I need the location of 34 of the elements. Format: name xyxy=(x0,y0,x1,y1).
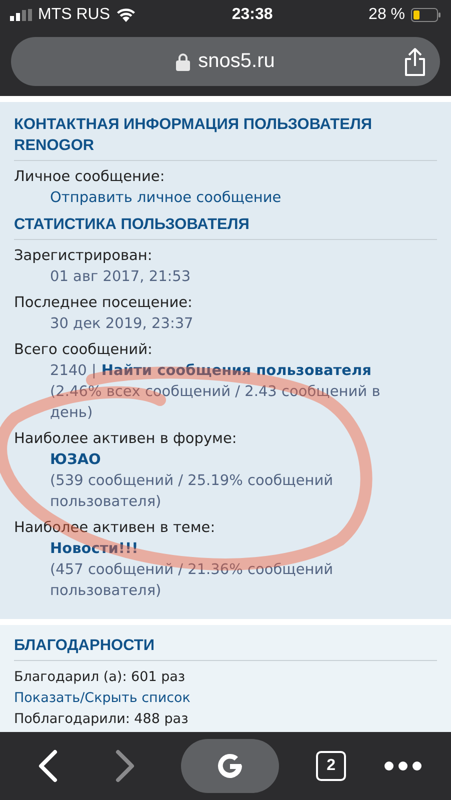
battery-percent: 28 % xyxy=(368,6,406,24)
field-label: Последнее посещение: xyxy=(14,294,194,313)
section-title: БЛАГОДАРНОСТИ xyxy=(14,635,437,661)
field-label: Наиболее активен в форуме: xyxy=(14,430,238,449)
section-title: СТАТИСТИКА ПОЛЬЗОВАТЕЛЯ xyxy=(14,214,437,240)
toggle-list-link[interactable]: Показать/Скрыть список xyxy=(14,688,437,709)
field-value: 2140 | xyxy=(50,363,96,379)
field-value: 01 авг 2017, 21:53 xyxy=(50,269,191,285)
forum-link[interactable]: ЮЗАО xyxy=(50,452,101,468)
field-value: 30 дек 2019, 23:37 xyxy=(50,316,194,332)
section-title: КОНТАКТНАЯ ИНФОРМАЦИЯ ПОЛЬЗОВАТЕЛЯ RENOGOR xyxy=(14,114,437,161)
signal-icon xyxy=(10,9,32,21)
share-button[interactable] xyxy=(402,47,428,77)
clock-time: 23:38 xyxy=(232,6,273,24)
chevron-left-icon xyxy=(37,749,60,783)
thanks-count: Поблагодарили: 488 раз xyxy=(14,710,190,729)
field-label: Наиболее активен в теме: xyxy=(14,519,216,538)
wifi-icon xyxy=(116,8,136,22)
more-icon xyxy=(384,761,422,771)
lock-icon xyxy=(176,52,190,70)
stats-note: (539 сообщений / 25.19% сообщений пользователя) xyxy=(50,472,334,512)
tabs-button[interactable]: 2 xyxy=(316,751,346,781)
google-button[interactable] xyxy=(181,739,280,793)
battery-icon xyxy=(411,8,442,22)
thanks-count: Благодарил (а): 601 раз xyxy=(14,668,186,687)
field-label: Личное сообщение: xyxy=(14,168,166,187)
field-label: Всего сообщений: xyxy=(14,341,154,360)
chevron-right-icon xyxy=(114,749,136,783)
field-label: Зарегистрирован: xyxy=(14,247,154,266)
address-bar[interactable]: snos5.ru xyxy=(11,37,440,86)
forum-link[interactable]: Новости!!! xyxy=(50,541,138,557)
carrier-name: MTS RUS xyxy=(38,6,110,24)
page-url: snos5.ru xyxy=(198,50,275,73)
message-link[interactable]: Отправить личное сообщение xyxy=(50,190,282,206)
